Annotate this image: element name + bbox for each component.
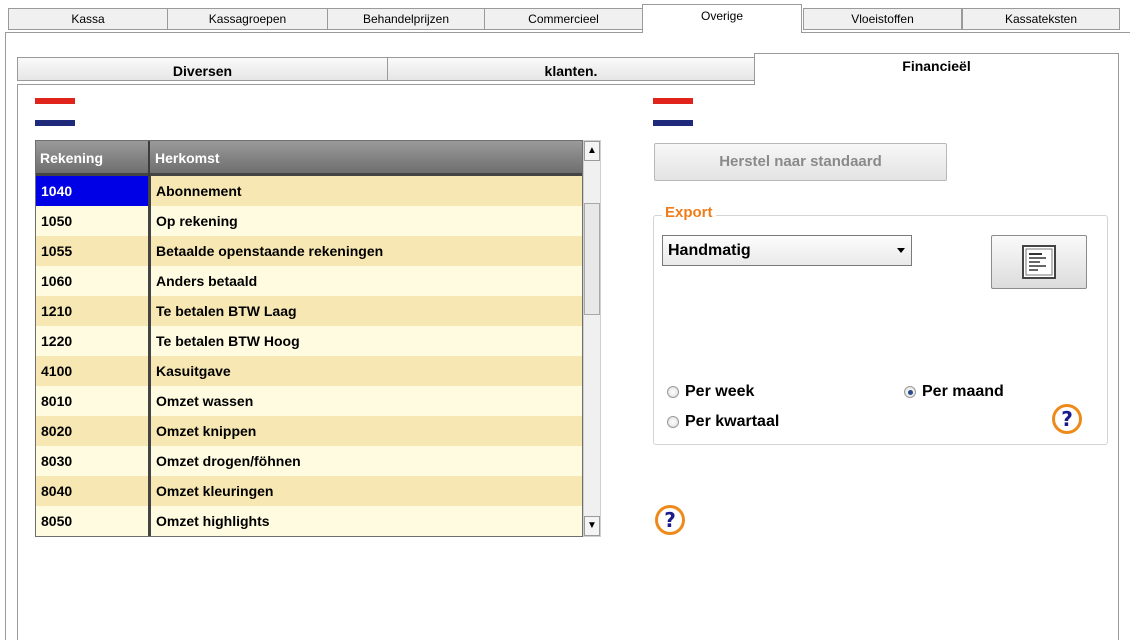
cell-herkomst: Op rekening xyxy=(156,213,238,229)
subtab-financieel[interactable]: Financieël xyxy=(754,53,1119,85)
scrollbar-thumb[interactable] xyxy=(584,203,600,315)
cell-herkomst: Betaalde openstaande rekeningen xyxy=(156,243,384,259)
radio-circle-icon xyxy=(667,386,679,398)
radio-circle-icon xyxy=(667,416,679,428)
radio-circle-icon xyxy=(904,386,916,398)
table-row[interactable]: 8040 Omzet kleuringen xyxy=(36,476,582,506)
chevron-down-icon xyxy=(897,248,905,253)
tab-kassa[interactable]: Kassa xyxy=(8,8,168,30)
radio-label: Per week xyxy=(685,383,755,400)
tab-kassagroepen[interactable]: Kassagroepen xyxy=(167,8,328,30)
tab-commercieel[interactable]: Commercieel xyxy=(484,8,643,30)
table-row[interactable]: 8030 Omzet drogen/föhnen xyxy=(36,446,582,476)
export-legend: Export xyxy=(662,204,716,221)
help-icon[interactable]: ? xyxy=(1052,404,1082,434)
column-header-herkomst[interactable]: Herkomst xyxy=(151,141,581,173)
cell-herkomst: Omzet highlights xyxy=(156,513,270,529)
cell-rekening: 8030 xyxy=(41,453,73,469)
subtab-klanten[interactable]: klanten. xyxy=(387,57,755,81)
table-row[interactable]: 1060 Anders betaald xyxy=(36,266,582,296)
table-row[interactable]: 1050 Op rekening xyxy=(36,206,582,236)
radio-label: Per maand xyxy=(922,383,1004,400)
cell-rekening: 1060 xyxy=(41,273,73,289)
cell-rekening: 1040 xyxy=(36,176,148,206)
tab-vloeistoffen[interactable]: Vloeistoffen xyxy=(803,8,962,30)
table-row[interactable]: 1055 Betaalde openstaande rekeningen xyxy=(36,236,582,266)
table-row[interactable]: 1210 Te betalen BTW Laag xyxy=(36,296,582,326)
cell-herkomst: Te betalen BTW Hoog xyxy=(156,333,300,349)
top-tab-strip: Kassa Kassagroepen Behandelprijzen Comme… xyxy=(0,0,1130,33)
cell-herkomst: Omzet wassen xyxy=(156,393,254,409)
table-header: Rekening Herkomst xyxy=(36,141,582,176)
dutch-flag-icon xyxy=(35,98,75,128)
table-row[interactable]: 4100 Kasuitgave xyxy=(36,356,582,386)
table-row[interactable]: 1040 Abonnement xyxy=(36,176,582,206)
cell-herkomst: Omzet knippen xyxy=(156,423,257,439)
export-mode-value: Handmatig xyxy=(668,242,751,259)
cell-rekening: 4100 xyxy=(41,363,73,379)
accounts-table[interactable]: Rekening Herkomst 1040 Abonnement 1050 Op r… xyxy=(35,140,583,537)
restore-defaults-button[interactable]: Herstel naar standaard xyxy=(654,143,947,181)
tab-behandelprijzen[interactable]: Behandelprijzen xyxy=(327,8,485,30)
cell-herkomst: Anders betaald xyxy=(156,273,258,289)
table-row[interactable]: 8010 Omzet wassen xyxy=(36,386,582,416)
table-scrollbar[interactable]: ▲ ▼ xyxy=(583,140,601,537)
export-document-button[interactable] xyxy=(991,235,1087,289)
tab-kassateksten[interactable]: Kassateksten xyxy=(962,8,1120,30)
table-row[interactable]: 1220 Te betalen BTW Hoog xyxy=(36,326,582,356)
radio-label: Per kwartaal xyxy=(685,413,780,430)
cell-herkomst: Omzet kleuringen xyxy=(156,483,274,499)
cell-herkomst: Omzet drogen/föhnen xyxy=(156,453,301,469)
dutch-flag-icon xyxy=(653,98,693,128)
scroll-down-arrow-icon[interactable]: ▼ xyxy=(584,516,600,536)
document-icon xyxy=(1022,245,1056,279)
cell-rekening: 8010 xyxy=(41,393,73,409)
cell-rekening: 8020 xyxy=(41,423,73,439)
cell-rekening: 1055 xyxy=(41,243,73,259)
help-icon[interactable]: ? xyxy=(655,505,685,535)
cell-rekening: 1210 xyxy=(41,303,73,319)
cell-rekening: 1220 xyxy=(41,333,73,349)
table-row[interactable]: 8020 Omzet knippen xyxy=(36,416,582,446)
radio-per-maand[interactable]: Per maand xyxy=(902,381,1004,403)
scroll-up-arrow-icon[interactable]: ▲ xyxy=(584,141,600,161)
radio-per-week[interactable]: Per week xyxy=(665,381,754,403)
column-header-rekening[interactable]: Rekening xyxy=(36,141,148,173)
cell-rekening: 8050 xyxy=(41,513,73,529)
radio-per-kwartaal[interactable]: Per kwartaal xyxy=(665,411,779,433)
cell-rekening: 1050 xyxy=(41,213,73,229)
column-separator xyxy=(148,176,151,536)
cell-herkomst: Kasuitgave xyxy=(156,363,231,379)
table-row[interactable]: 8050 Omzet highlights xyxy=(36,506,582,536)
cell-rekening: 8040 xyxy=(41,483,73,499)
cell-herkomst: Te betalen BTW Laag xyxy=(156,303,297,319)
subtab-diversen[interactable]: Diversen xyxy=(17,57,388,81)
tab-overige[interactable]: Overige xyxy=(642,4,802,33)
cell-herkomst: Abonnement xyxy=(156,183,242,199)
export-mode-select[interactable]: Handmatig xyxy=(662,235,912,266)
